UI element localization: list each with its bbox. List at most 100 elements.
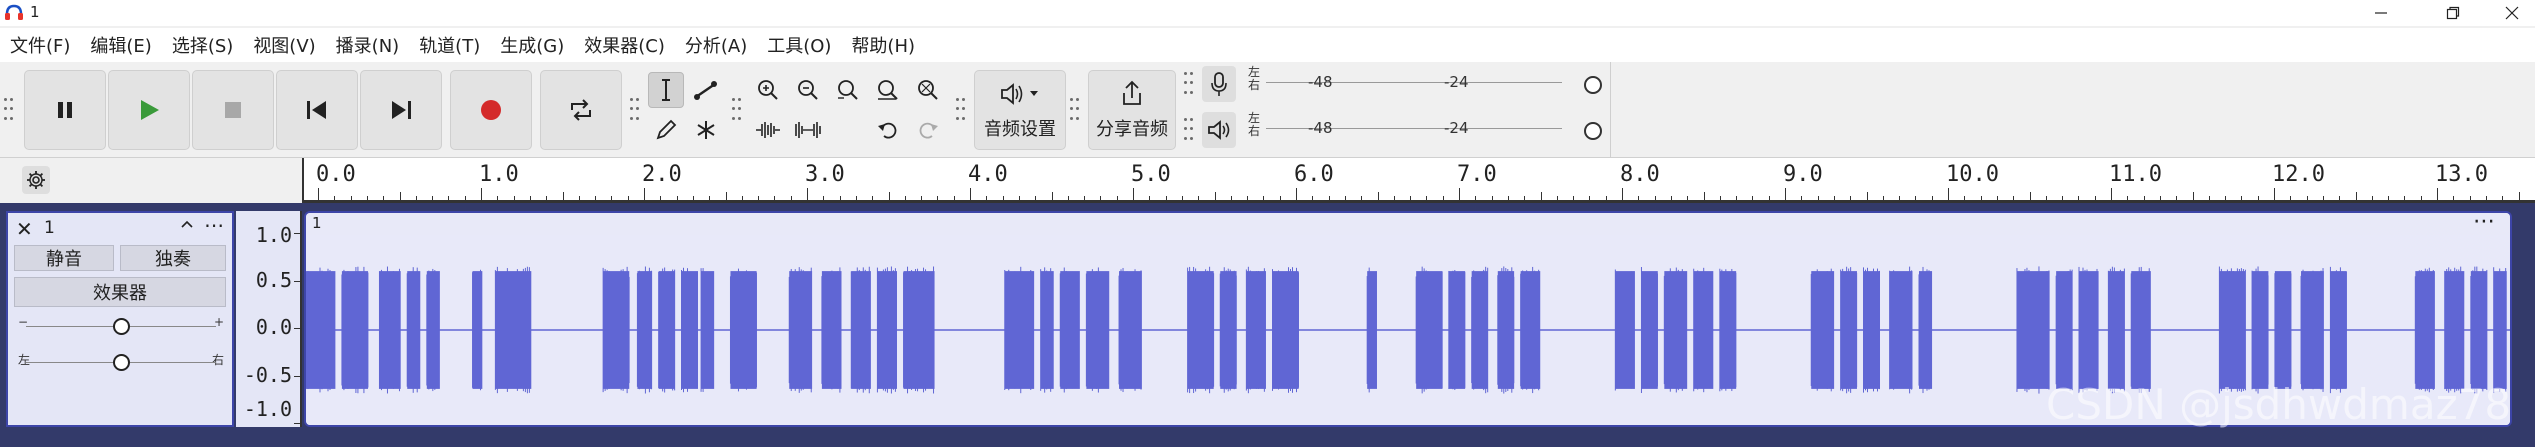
selection-tool-button[interactable] (648, 72, 684, 108)
silence-audio-button[interactable] (790, 112, 826, 148)
trim-audio-button[interactable] (750, 112, 786, 148)
waveform-burst (494, 266, 532, 394)
close-button[interactable] (2489, 0, 2535, 26)
track-control-panel[interactable]: ✕ 1 ⋯ 静音 独奏 效果器 − + 左 右 (6, 211, 234, 427)
edit-grip[interactable] (732, 98, 741, 124)
clip-menu-icon[interactable]: ⋯ (2473, 213, 2496, 234)
tools-grip[interactable] (630, 98, 639, 124)
stop-button[interactable] (192, 70, 274, 150)
record-meter-grip[interactable] (1184, 72, 1193, 98)
amplitude-scale[interactable]: 1.0 0.5 0.0 -0.5 -1.0 (236, 211, 302, 427)
effects-button[interactable]: 效果器 (14, 277, 226, 307)
collapse-track-icon[interactable] (180, 215, 194, 236)
audio-setup-button[interactable]: 音频设置 (974, 70, 1066, 150)
audio-setup-label: 音频设置 (984, 119, 1056, 140)
share-audio-button[interactable]: 分享音频 (1088, 70, 1176, 150)
menu-item[interactable]: 播录(N) (326, 32, 410, 58)
audacity-icon (5, 4, 23, 20)
envelope-tool-button[interactable] (688, 72, 724, 108)
pencil-icon (656, 119, 677, 140)
mute-button[interactable]: 静音 (14, 245, 114, 271)
ruler-label: 1.0 (479, 162, 519, 187)
playback-meter-button[interactable] (1202, 112, 1236, 148)
multi-tool-button[interactable] (688, 112, 724, 148)
pan-slider[interactable]: 左 右 (16, 353, 226, 373)
menu-item[interactable]: 效果器(C) (574, 32, 675, 58)
solo-button[interactable]: 独奏 (120, 245, 226, 271)
skip-to-start-button[interactable] (276, 70, 358, 150)
i-beam-icon (662, 79, 670, 101)
waveform-burst (2055, 269, 2073, 391)
skip-to-end-button[interactable] (360, 70, 442, 150)
playback-volume-knob[interactable] (1584, 122, 1602, 140)
menu-item[interactable]: 生成(G) (490, 32, 574, 58)
track-menu-icon[interactable]: ⋯ (204, 213, 225, 237)
waveform-burst (2493, 267, 2507, 393)
ruler-label: 10.0 (1946, 162, 1999, 187)
loop-icon (571, 99, 591, 121)
record-button[interactable] (450, 70, 532, 150)
draw-tool-button[interactable] (648, 112, 684, 148)
restore-icon (2446, 6, 2460, 20)
meter-mark: -24 (1444, 119, 1469, 137)
track-name[interactable]: 1 (44, 218, 55, 238)
zoom-toggle-button[interactable] (910, 72, 946, 108)
loop-button[interactable] (540, 70, 622, 150)
minimize-button[interactable] (2358, 0, 2404, 26)
redo-button[interactable] (910, 112, 946, 148)
timeline-ruler[interactable]: 0.0 1.0 2.0 3.0 4.0 5.0 6.0 7.0 8.0 9.0 10.0 11.0 12… (302, 158, 2535, 202)
waveform-burst (2016, 266, 2050, 394)
menu-item[interactable]: 选择(S) (162, 32, 243, 58)
pause-icon (58, 102, 72, 118)
envelope-icon (694, 81, 717, 100)
share-grip[interactable] (1070, 98, 1079, 124)
fit-selection-button[interactable] (830, 72, 866, 108)
waveform-burst (378, 266, 401, 394)
undo-button[interactable] (870, 112, 906, 148)
speaker-icon (1208, 120, 1230, 140)
zoom-out-button[interactable] (790, 72, 826, 108)
menu-item[interactable]: 分析(A) (675, 32, 757, 58)
zoom-in-button[interactable] (750, 72, 786, 108)
ruler-label: 4.0 (968, 162, 1008, 187)
ruler-label: 0.0 (316, 162, 356, 187)
menu-item[interactable]: 视图(V) (243, 32, 325, 58)
pan-slider-thumb[interactable] (113, 354, 130, 371)
gain-slider-thumb[interactable] (113, 318, 130, 335)
minimize-icon (2375, 12, 2387, 14)
menu-item[interactable]: 帮助(H) (841, 32, 925, 58)
ruler-label: 13.0 (2435, 162, 2488, 187)
clip-header[interactable]: 1 ⋯ (306, 213, 2510, 235)
pause-button[interactable] (24, 70, 106, 150)
waveform-burst (1520, 266, 1541, 394)
gain-slider[interactable]: − + (16, 315, 226, 337)
menu-item[interactable]: 文件(F) (0, 32, 80, 58)
playback-meter[interactable]: 左右 -48 -24 (1184, 112, 1604, 150)
record-volume-knob[interactable] (1584, 76, 1602, 94)
close-track-icon[interactable]: ✕ (16, 217, 33, 241)
menu-item[interactable]: 轨道(T) (409, 32, 490, 58)
menu-item[interactable]: 编辑(E) (80, 32, 161, 58)
playback-meter-grip[interactable] (1184, 118, 1193, 144)
waveform-burst (729, 268, 757, 392)
toolbar: 音频设置 分享音频 左右 -48 -24 左右 -48 -24 (0, 62, 2535, 158)
maximize-button[interactable] (2430, 0, 2476, 26)
waveform-burst (2470, 266, 2488, 394)
record-meter[interactable]: 左右 -48 -24 (1184, 66, 1604, 104)
skip-to-start-icon (307, 101, 326, 119)
waveform-burst (1693, 267, 1714, 393)
ruler-label: 11.0 (2109, 162, 2162, 187)
ruler-label: 6.0 (1294, 162, 1334, 187)
timeline-options-button[interactable] (22, 166, 50, 194)
audio-setup-grip[interactable] (956, 98, 965, 124)
meter-mark: -48 (1308, 73, 1333, 91)
toolbar-grip[interactable] (4, 98, 13, 124)
waveform-burst (1719, 268, 1737, 392)
play-button[interactable] (108, 70, 190, 150)
fit-project-button[interactable] (870, 72, 906, 108)
amplitude-label: 0.5 (255, 267, 292, 292)
waveform-burst (788, 267, 813, 393)
share-icon (1123, 80, 1141, 105)
menu-item[interactable]: 工具(O) (757, 32, 841, 58)
record-meter-button[interactable] (1202, 66, 1236, 102)
